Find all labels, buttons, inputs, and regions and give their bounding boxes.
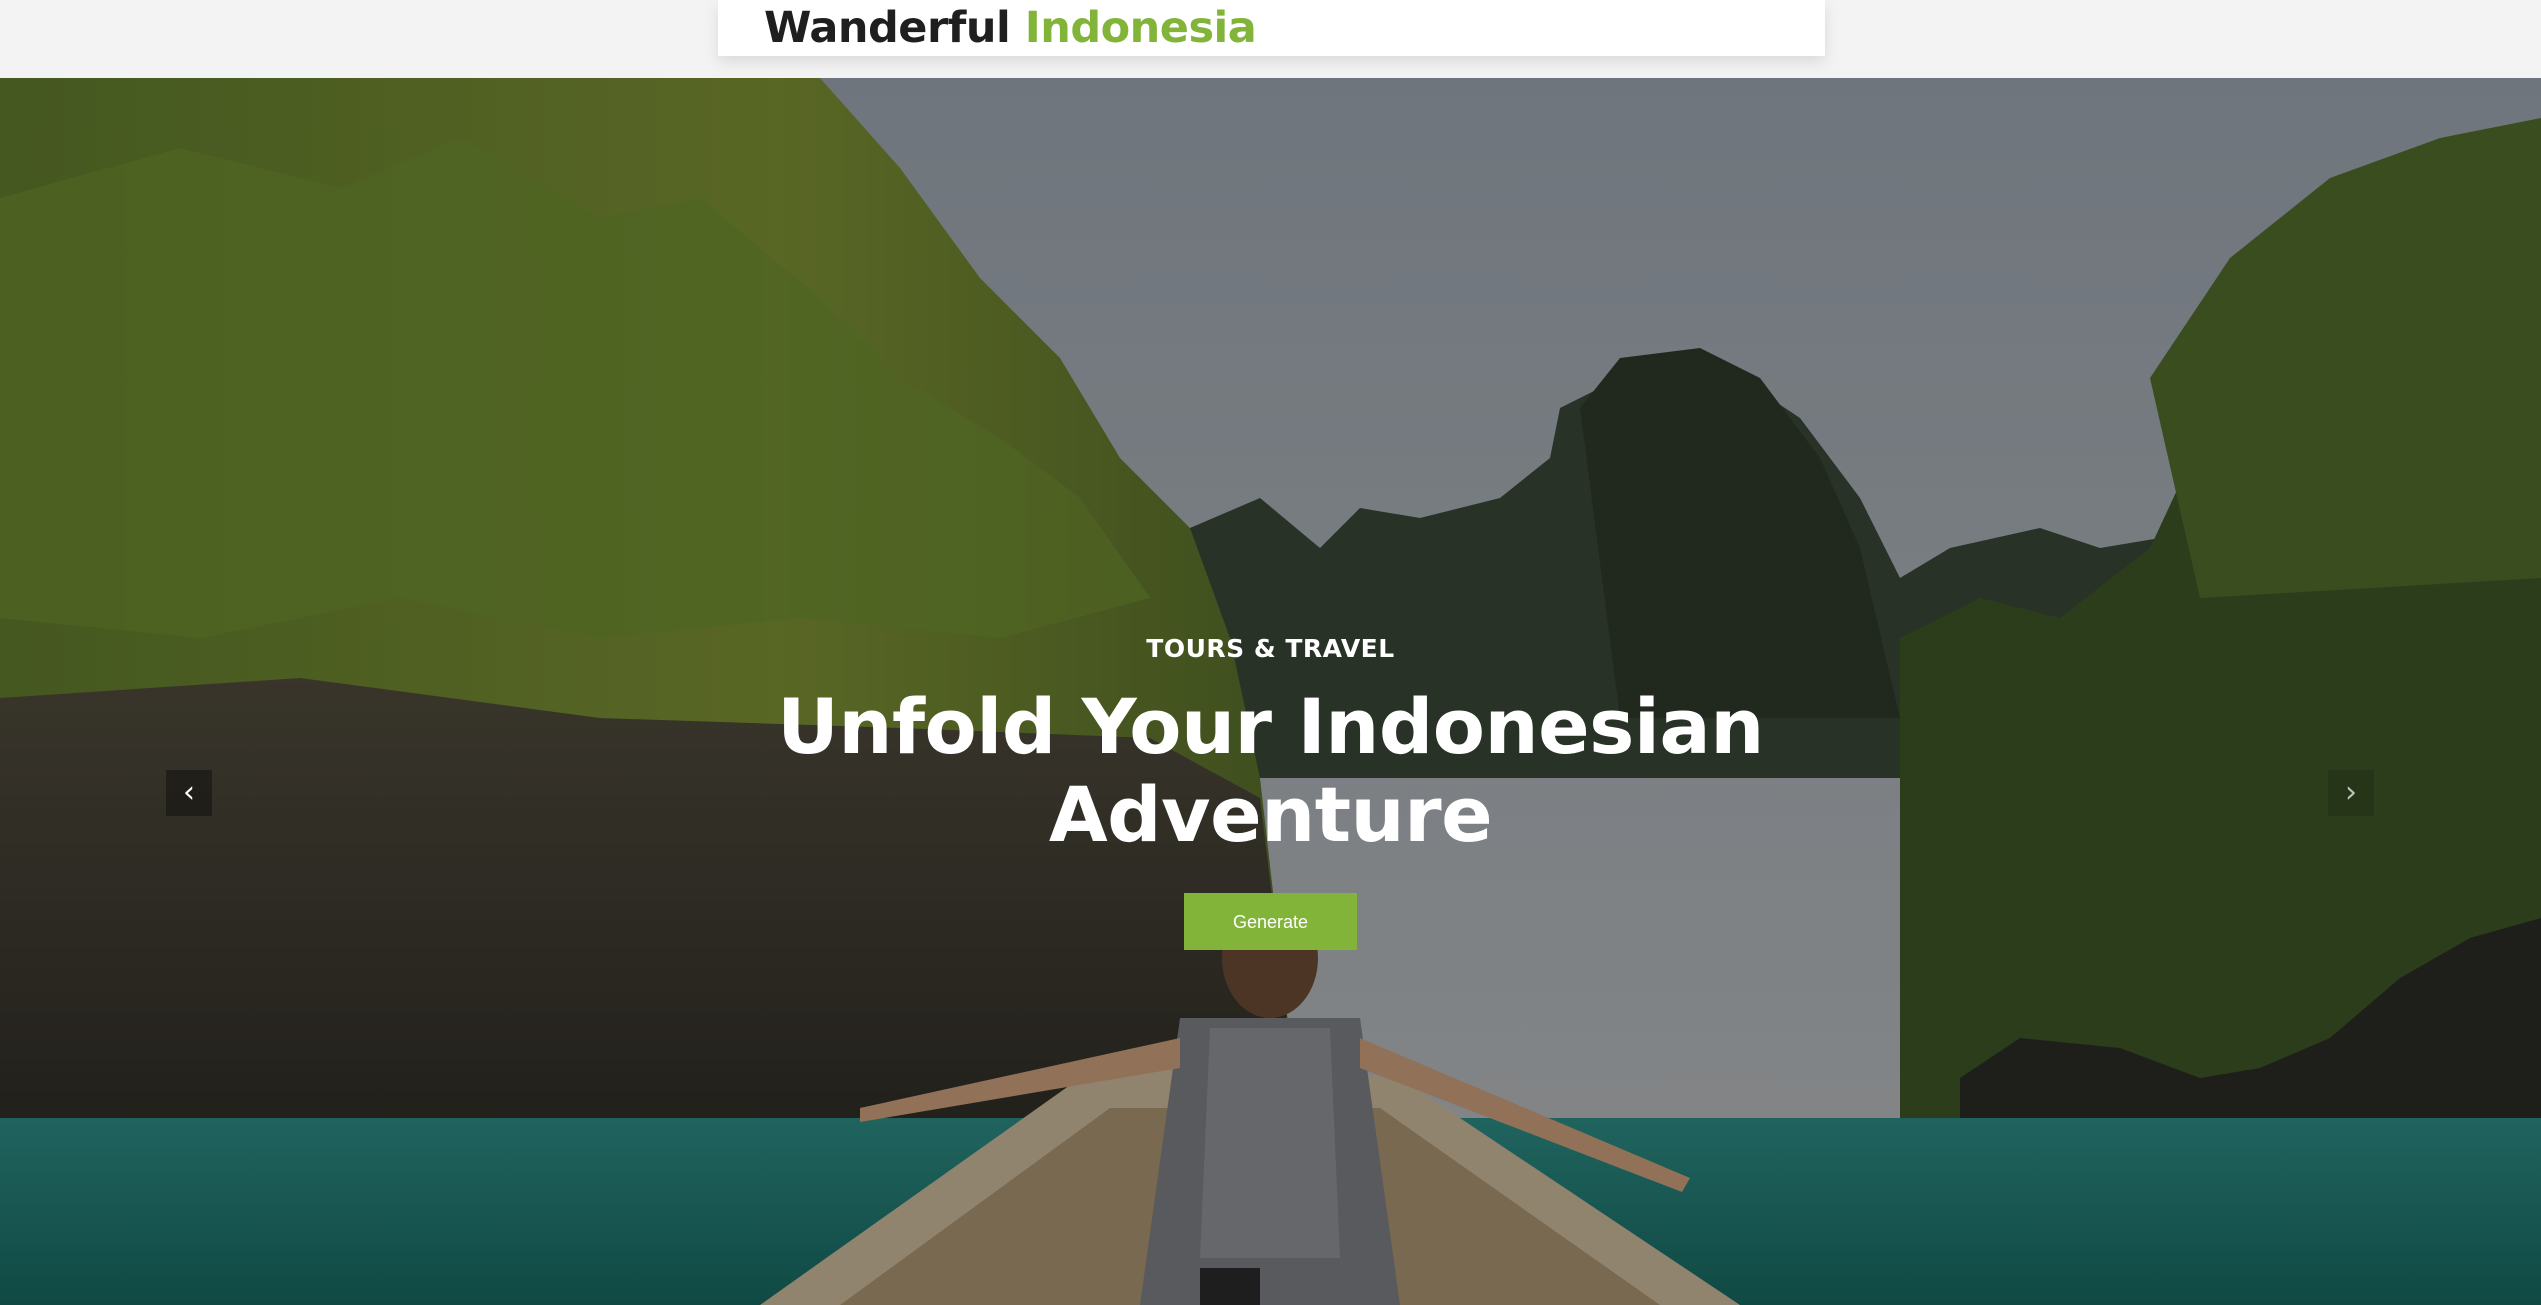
top-bar: Wanderful Indonesia (0, 0, 2541, 78)
generate-button[interactable]: Generate (1184, 893, 1357, 950)
hero-carousel: TOURS & TRAVEL Unfold Your Indonesian Ad… (0, 78, 2541, 1305)
hero-headline-line1: Unfold Your Indonesian (777, 682, 1764, 771)
chevron-right-icon: › (2345, 775, 2357, 810)
hero-eyebrow: TOURS & TRAVEL (1146, 634, 1395, 663)
brand-word-indonesia: Indonesia (1024, 3, 1257, 53)
hero-content: TOURS & TRAVEL Unfold Your Indonesian Ad… (0, 634, 2541, 950)
hero-headline: Unfold Your Indonesian Adventure (771, 683, 1771, 859)
chevron-left-icon: ‹ (183, 775, 195, 810)
brand-container: Wanderful Indonesia (718, 0, 1825, 56)
carousel-next-button[interactable]: › (2328, 770, 2374, 816)
hero-headline-line2: Adventure (1048, 770, 1493, 859)
site-logo[interactable]: Wanderful Indonesia (764, 0, 1257, 56)
brand-word-wanderful: Wanderful (764, 3, 1011, 53)
carousel-prev-button[interactable]: ‹ (166, 770, 212, 816)
